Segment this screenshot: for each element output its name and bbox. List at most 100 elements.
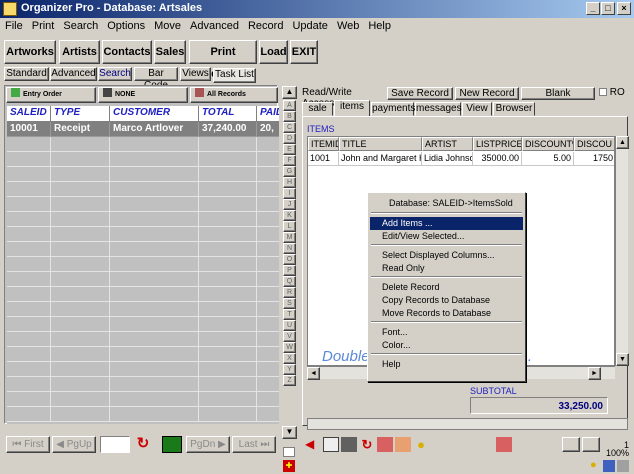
col-header-paid[interactable]: PAID: [257, 106, 279, 122]
cell-paid[interactable]: 20,: [257, 122, 279, 137]
letter-r[interactable]: R: [283, 287, 296, 298]
cell-customer[interactable]: [110, 377, 199, 392]
menu-item-font[interactable]: Font...: [370, 326, 523, 339]
letter-j[interactable]: J: [283, 199, 296, 210]
cell-paid[interactable]: [257, 302, 279, 317]
cell-itemid[interactable]: 1001: [308, 152, 339, 166]
col-header-artist[interactable]: ARTIST: [422, 137, 473, 151]
letter-e[interactable]: E: [283, 144, 296, 155]
report-icon[interactable]: [496, 437, 512, 452]
tab-views[interactable]: Views: [180, 67, 211, 81]
last-button[interactable]: Last ⏭: [232, 436, 276, 453]
cell-total[interactable]: [199, 287, 257, 302]
letter-t[interactable]: T: [283, 309, 296, 320]
tab-sale[interactable]: sale: [302, 102, 333, 116]
letter-h[interactable]: H: [283, 177, 296, 188]
cell-total[interactable]: [199, 137, 257, 152]
cell-total[interactable]: [199, 197, 257, 212]
cell-type[interactable]: [51, 272, 110, 287]
table-row[interactable]: [7, 212, 279, 227]
cell-total[interactable]: [199, 272, 257, 287]
letter-s[interactable]: S: [283, 298, 296, 309]
tab-advanced[interactable]: Advanced: [50, 67, 97, 81]
cell-total[interactable]: [199, 242, 257, 257]
cell-type[interactable]: [51, 287, 110, 302]
scroll-down-arrow[interactable]: ▼: [616, 353, 629, 366]
cell-customer[interactable]: [110, 347, 199, 362]
resize-grip-icon[interactable]: [617, 460, 629, 472]
cell-saleid[interactable]: [7, 392, 51, 407]
cell-customer[interactable]: Marco Artlover: [110, 122, 199, 137]
cell-type[interactable]: [51, 212, 110, 227]
menu-print[interactable]: Print: [27, 18, 59, 32]
letter-i[interactable]: I: [283, 188, 296, 199]
cell-total[interactable]: [199, 317, 257, 332]
cell-customer[interactable]: [110, 317, 199, 332]
menu-move[interactable]: Move: [149, 18, 185, 32]
col-header-discount[interactable]: DISCOU: [574, 137, 614, 151]
cell-total[interactable]: [199, 407, 257, 422]
cell-customer[interactable]: [110, 257, 199, 272]
table-row[interactable]: [7, 287, 279, 302]
cell-customer[interactable]: [110, 362, 199, 377]
letter-p[interactable]: P: [283, 265, 296, 276]
cell-type[interactable]: [51, 332, 110, 347]
letter-x[interactable]: X: [283, 353, 296, 364]
col-header-saleid[interactable]: SALEID: [7, 106, 51, 122]
cell-paid[interactable]: [257, 257, 279, 272]
menu-record[interactable]: Record: [243, 18, 287, 32]
items-vertical-scrollbar[interactable]: ▲ ▼: [615, 136, 629, 366]
artists-button[interactable]: Artists: [59, 40, 100, 64]
letter-z[interactable]: Z: [283, 375, 296, 386]
menu-item-help[interactable]: Help: [370, 358, 523, 371]
cell-saleid[interactable]: [7, 182, 51, 197]
cell-type[interactable]: [51, 347, 110, 362]
cell-type[interactable]: [51, 182, 110, 197]
records-grid[interactable]: SALEID TYPE CUSTOMER TOTAL PAID 10001Rec…: [7, 106, 279, 424]
cell-paid[interactable]: [257, 167, 279, 182]
sort-order-button[interactable]: Entry Order: [6, 87, 96, 103]
refresh-icon[interactable]: ↻: [135, 436, 151, 452]
letter-y[interactable]: Y: [283, 364, 296, 375]
letter-n[interactable]: N: [283, 243, 296, 254]
cell-customer[interactable]: [110, 137, 199, 152]
nav-prev-icon[interactable]: [562, 437, 580, 452]
sales-button[interactable]: Sales: [154, 40, 186, 64]
cell-saleid[interactable]: [7, 227, 51, 242]
calculator-icon[interactable]: [162, 436, 182, 453]
menu-item-color[interactable]: Color...: [370, 339, 523, 352]
cell-paid[interactable]: [257, 392, 279, 407]
letter-a[interactable]: A: [283, 100, 296, 111]
cell-artist[interactable]: Lidia Johnso: [422, 152, 473, 166]
scroll-left-arrow[interactable]: ◄: [307, 367, 320, 380]
minimize-button[interactable]: _: [586, 2, 600, 15]
table-row[interactable]: [7, 167, 279, 182]
cell-customer[interactable]: [110, 302, 199, 317]
cell-saleid[interactable]: 10001: [7, 122, 51, 137]
tab-task-list[interactable]: Task List: [213, 68, 256, 83]
maximize-button[interactable]: □: [601, 2, 615, 15]
cell-saleid[interactable]: [7, 152, 51, 167]
page-horizontal-scrollbar[interactable]: [307, 418, 628, 430]
cell-saleid[interactable]: [7, 317, 51, 332]
cell-total[interactable]: [199, 152, 257, 167]
stop-icon[interactable]: ✚: [283, 460, 295, 472]
menu-search[interactable]: Search: [58, 18, 102, 32]
cell-saleid[interactable]: [7, 242, 51, 257]
col-header-discount-pct[interactable]: DISCOUNT%: [522, 137, 574, 151]
cell-type[interactable]: [51, 197, 110, 212]
menu-item-read-only[interactable]: Read Only: [370, 262, 523, 275]
tab-search[interactable]: Search: [98, 67, 132, 81]
cell-customer[interactable]: [110, 212, 199, 227]
cell-paid[interactable]: [257, 317, 279, 332]
cell-type[interactable]: [51, 257, 110, 272]
col-header-type[interactable]: TYPE: [51, 106, 110, 122]
letter-q[interactable]: Q: [283, 276, 296, 287]
cell-paid[interactable]: [257, 182, 279, 197]
cell-customer[interactable]: [110, 272, 199, 287]
letter-o[interactable]: O: [283, 254, 296, 265]
cell-type[interactable]: [51, 242, 110, 257]
cell-total[interactable]: [199, 167, 257, 182]
tab-view[interactable]: View: [462, 102, 492, 116]
table-row[interactable]: [7, 407, 279, 422]
